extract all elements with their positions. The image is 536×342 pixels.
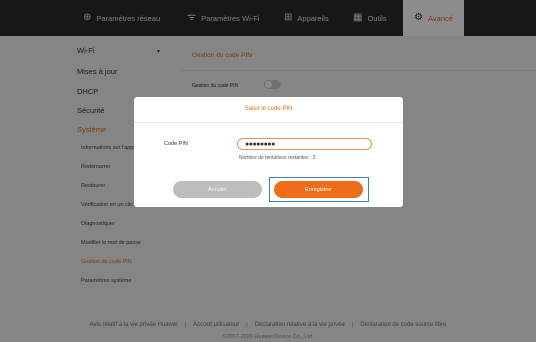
divider [134, 122, 403, 123]
pin-input[interactable] [237, 138, 372, 150]
remaining-attempts-text: Nombre de tentatives restantes : 3 [239, 155, 316, 161]
cancel-button[interactable]: Annuler [173, 181, 262, 198]
pin-label: Code PIN [164, 141, 188, 147]
save-button[interactable]: Enregistrer [274, 181, 363, 198]
pin-dialog: Saisir le code PIN Code PIN Nombre de te… [134, 97, 403, 207]
dialog-title: Saisir le code PIN [244, 106, 293, 112]
